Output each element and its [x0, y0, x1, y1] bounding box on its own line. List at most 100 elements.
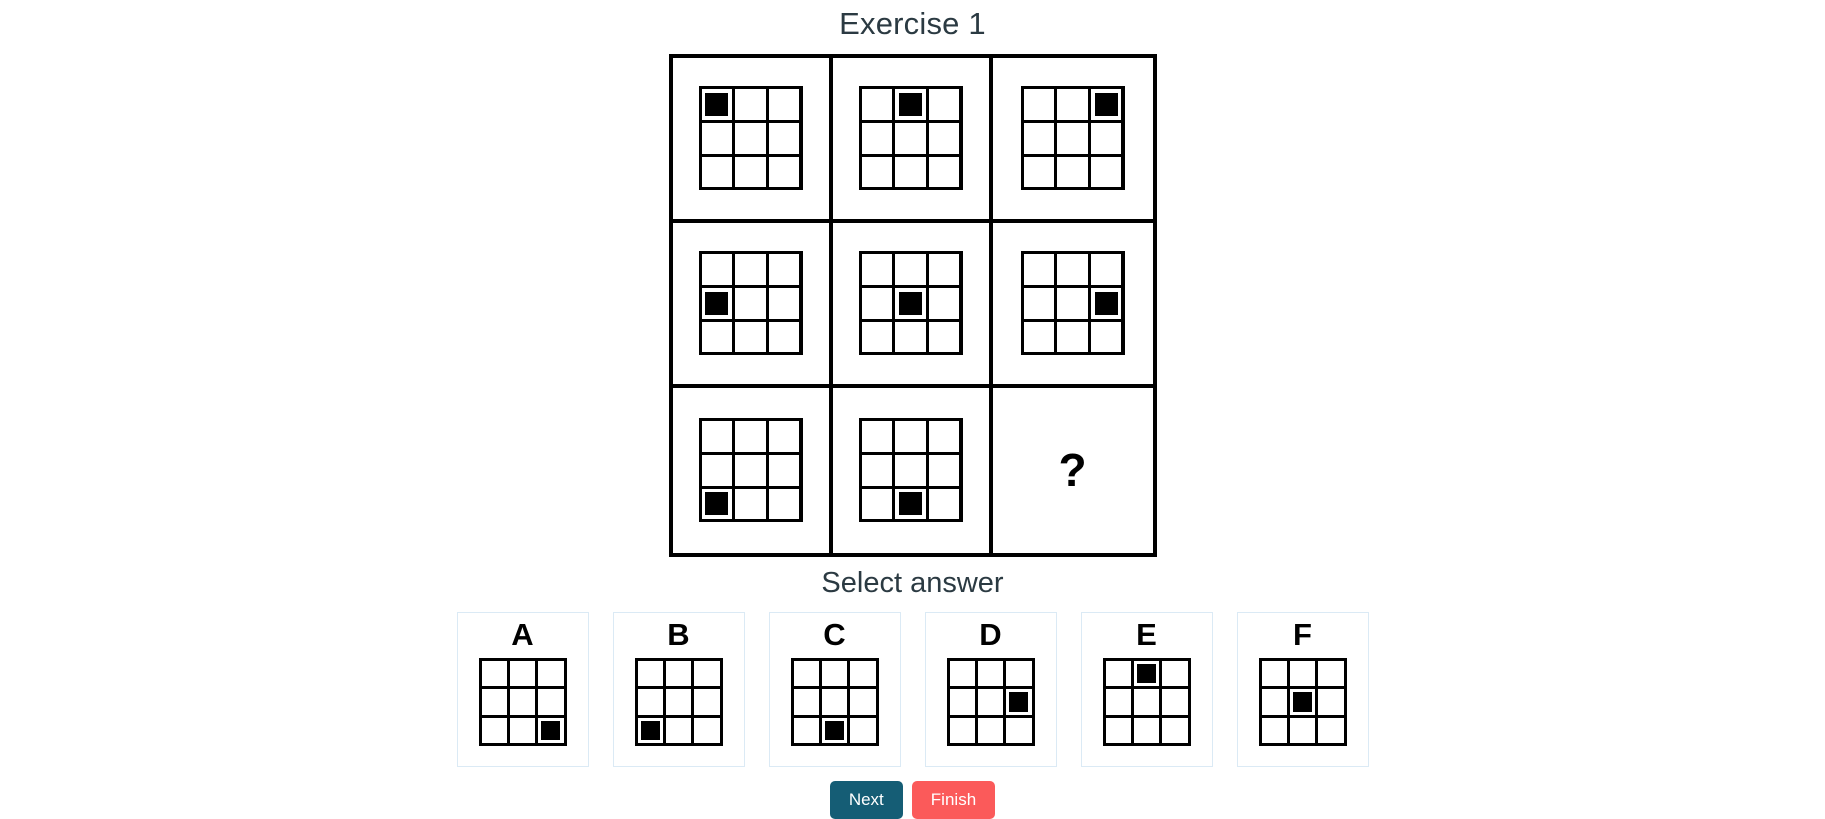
- figure-cell-empty: [1162, 717, 1188, 743]
- finish-button[interactable]: Finish: [911, 781, 996, 819]
- figure-cell-empty: [793, 717, 819, 743]
- figure-cell-empty: [768, 421, 800, 452]
- figure-cell-empty: [481, 661, 507, 687]
- figure-cell-filled: [895, 287, 926, 319]
- matrix-cell-r0c2: [992, 58, 1153, 223]
- next-button[interactable]: Next: [829, 781, 903, 819]
- figure-cell-empty: [1105, 689, 1131, 715]
- figure-cell-empty: [1162, 661, 1188, 687]
- figure-cell-empty: [861, 254, 893, 285]
- figure-cell-empty: [861, 287, 893, 319]
- figure-cell-empty: [1261, 661, 1287, 687]
- figure-cell-empty: [1023, 254, 1055, 285]
- figure-cell-empty: [850, 717, 876, 743]
- answer-option-b[interactable]: B: [612, 612, 745, 768]
- figure-cell-empty: [821, 689, 848, 715]
- question-mark: ?: [1058, 444, 1087, 497]
- figure-cell-empty: [1289, 661, 1316, 687]
- figure-cell-empty: [509, 661, 536, 687]
- figure-cell-empty: [977, 689, 1004, 715]
- figure-cell-empty: [538, 661, 564, 687]
- figure-cell-empty: [735, 421, 766, 452]
- figure-cell-empty: [509, 717, 536, 743]
- figure-cell-empty: [949, 717, 975, 743]
- figure-cell-empty: [949, 689, 975, 715]
- figure-cell-empty: [895, 454, 926, 486]
- figure-grid: [698, 86, 803, 191]
- figure-cell-empty: [768, 254, 800, 285]
- figure-cell-empty: [977, 717, 1004, 743]
- figure-cell-empty: [1023, 287, 1055, 319]
- answer-option-a[interactable]: A: [456, 612, 589, 768]
- answer-option-d[interactable]: D: [924, 612, 1057, 768]
- figure-cell-empty: [861, 321, 893, 353]
- figure-cell-filled: [895, 488, 926, 520]
- figure-cell-empty: [1090, 156, 1122, 188]
- figure-cell-empty: [637, 661, 663, 687]
- option-letter: D: [979, 617, 1002, 653]
- figure-cell-empty: [1133, 717, 1160, 743]
- figure-cell-empty: [768, 488, 800, 520]
- figure-cell-empty: [768, 287, 800, 319]
- figure-cell-empty: [735, 89, 766, 120]
- figure-cell-filled: [1090, 89, 1122, 120]
- figure-cell-empty: [768, 454, 800, 486]
- figure-cell-empty: [1057, 122, 1088, 154]
- figure-cell-empty: [735, 454, 766, 486]
- option-letter: C: [823, 617, 846, 653]
- option-letter: F: [1293, 617, 1312, 653]
- figure-cell-empty: [509, 689, 536, 715]
- figure-grid: [946, 658, 1035, 746]
- exercise-page: Exercise 1 ? Select answer A B C D E F Next F…: [0, 0, 1825, 819]
- figure-cell-empty: [481, 689, 507, 715]
- figure-cell-empty: [694, 661, 720, 687]
- figure-cell-empty: [1023, 321, 1055, 353]
- figure-cell-empty: [1162, 689, 1188, 715]
- figure-cell-empty: [821, 661, 848, 687]
- figure-cell-empty: [861, 421, 893, 452]
- figure-cell-filled: [538, 717, 564, 743]
- figure-cell-filled: [701, 89, 733, 120]
- matrix-cell-r0c0: [672, 57, 833, 223]
- figure-cell-empty: [1090, 254, 1122, 285]
- answer-option-f[interactable]: F: [1236, 612, 1369, 768]
- matrix-puzzle: ?: [668, 53, 1157, 557]
- figure-cell-empty: [1057, 254, 1088, 285]
- select-answer-label: Select answer: [821, 566, 1004, 599]
- figure-cell-empty: [1023, 156, 1055, 188]
- figure-cell-empty: [701, 454, 733, 486]
- figure-cell-empty: [701, 254, 733, 285]
- answer-option-e[interactable]: E: [1080, 612, 1213, 768]
- figure-cell-empty: [928, 89, 960, 120]
- figure-cell-empty: [1023, 89, 1055, 120]
- figure-grid: [698, 418, 803, 523]
- figure-cell-empty: [928, 421, 960, 452]
- figure-cell-empty: [768, 122, 800, 154]
- matrix-cell-r1c1: [832, 222, 993, 388]
- figure-cell-empty: [735, 122, 766, 154]
- figure-cell-filled: [1006, 689, 1032, 715]
- figure-grid: [1258, 658, 1347, 746]
- figure-cell-empty: [1090, 321, 1122, 353]
- option-letter: B: [667, 617, 690, 653]
- figure-cell-empty: [1057, 321, 1088, 353]
- figure-cell-filled: [1090, 287, 1122, 319]
- figure-cell-empty: [735, 156, 766, 188]
- figure-cell-empty: [1057, 287, 1088, 319]
- figure-grid: [478, 658, 567, 746]
- figure-grid: [634, 658, 723, 746]
- figure-grid: [858, 86, 963, 191]
- page-title: Exercise 1: [839, 6, 986, 41]
- figure-cell-empty: [895, 122, 926, 154]
- figure-cell-empty: [1105, 661, 1131, 687]
- figure-grid: [790, 658, 879, 746]
- figure-cell-empty: [928, 287, 960, 319]
- figure-cell-empty: [928, 488, 960, 520]
- figure-cell-empty: [1289, 717, 1316, 743]
- figure-cell-filled: [895, 89, 926, 120]
- answer-option-c[interactable]: C: [768, 612, 901, 768]
- matrix-cell-r2c0: [673, 387, 833, 553]
- figure-cell-empty: [928, 321, 960, 353]
- figure-cell-empty: [701, 421, 733, 452]
- figure-cell-empty: [768, 321, 800, 353]
